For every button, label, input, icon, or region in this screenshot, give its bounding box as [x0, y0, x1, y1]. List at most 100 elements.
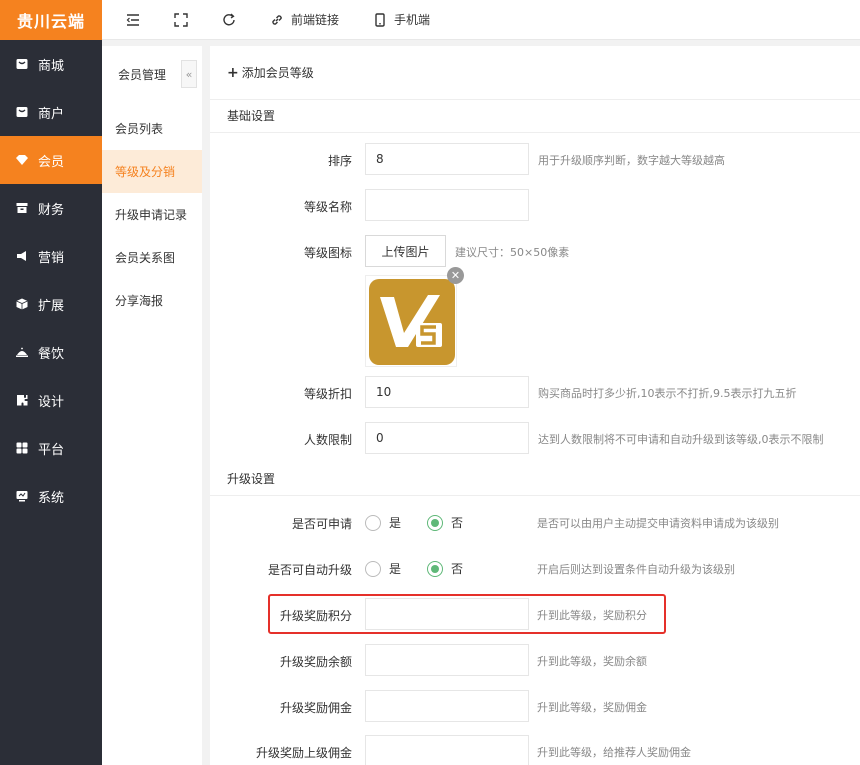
add-level-label: 添加会员等级: [241, 66, 314, 80]
apply-yes-radio[interactable]: [365, 514, 381, 531]
reward-balance-label: 升级奖励余额: [279, 655, 352, 669]
sort-input[interactable]: [365, 143, 529, 175]
reward-points-label: 升级奖励积分: [279, 609, 352, 623]
add-level-button[interactable]: + 添加会员等级: [210, 46, 860, 100]
mobile-label: 手机端: [394, 13, 431, 27]
subnav-header: 会员管理 «: [102, 46, 202, 102]
marketing-icon: [16, 250, 28, 262]
nav-item-merchant[interactable]: 商户: [0, 88, 102, 136]
reward-commission-label: 升级奖励佣金: [279, 701, 352, 715]
apply-yes-label: 是: [389, 516, 402, 530]
nav-item-label: 系统: [38, 490, 65, 506]
reward-points-hint: 升到此等级，奖励积分: [537, 609, 647, 622]
nav-item-design[interactable]: 设计: [0, 376, 102, 424]
member-icon: [16, 154, 28, 166]
level-icon-label: 等级图标: [303, 246, 352, 260]
nav-item-dining[interactable]: 餐饮: [0, 328, 102, 376]
nav-item-marketing[interactable]: 营销: [0, 232, 102, 280]
nav-item-label: 会员: [38, 154, 65, 170]
reward-commission-input[interactable]: [365, 690, 529, 722]
merchant-icon: [16, 106, 28, 118]
auto-upgrade-label: 是否可自动升级: [267, 563, 352, 577]
nav-item-platform[interactable]: 平台: [0, 424, 102, 472]
nav-item-label: 扩展: [38, 298, 65, 314]
level-icon-preview: [365, 275, 457, 367]
nav-item-label: 营销: [38, 250, 65, 266]
extension-icon: [16, 298, 28, 310]
main-sidebar: 贵川云端 商城 商户 会员 财务 营销 扩展 餐饮 设计 平台 系统: [0, 0, 102, 765]
discount-input[interactable]: [365, 376, 529, 408]
basic-section-title: 基础设置: [227, 109, 276, 123]
limit-label: 人数限制: [303, 433, 352, 447]
upgrade-section-title: 升级设置: [227, 472, 276, 486]
design-icon: [16, 394, 28, 406]
discount-hint: 购买商品时打多少折,10表示不打折,9.5表示打九五折: [538, 387, 797, 400]
apply-no-label: 否: [451, 516, 464, 530]
nav-item-finance[interactable]: 财务: [0, 184, 102, 232]
fullscreen-button[interactable]: [174, 12, 188, 27]
platform-icon: [16, 442, 28, 454]
nav-item-label: 设计: [38, 394, 65, 410]
auto-yes-radio[interactable]: [365, 560, 381, 577]
reward-commission-hint: 升到此等级，奖励佣金: [537, 701, 647, 714]
limit-input[interactable]: [365, 422, 529, 454]
subnav-item-level-distribution[interactable]: 等级及分销: [102, 150, 202, 193]
sub-sidebar: 会员管理 « 会员列表 等级及分销 升级申请记录 会员关系图 分享海报: [102, 46, 202, 765]
subnav-item-share-poster[interactable]: 分享海报: [102, 279, 202, 322]
apply-label: 是否可申请: [291, 517, 352, 531]
auto-upgrade-radio-group: 是 否: [365, 560, 489, 577]
reward-parent-commission-hint: 升到此等级，给推荐人奖励佣金: [537, 746, 691, 759]
subnav-title: 会员管理: [118, 67, 167, 82]
nav-item-extension[interactable]: 扩展: [0, 280, 102, 328]
nav-item-label: 平台: [38, 442, 65, 458]
subnav-item-relation-graph[interactable]: 会员关系图: [102, 236, 202, 279]
menu-indent-icon: [126, 13, 140, 27]
mobile-icon: [373, 12, 387, 27]
reward-balance-input[interactable]: [365, 644, 529, 676]
finance-icon: [16, 202, 28, 214]
reward-points-input[interactable]: [365, 598, 529, 630]
frontend-link-button[interactable]: 前端链接: [270, 11, 339, 28]
nav-item-member[interactable]: 会员: [0, 136, 102, 184]
link-icon: [270, 13, 284, 27]
top-toolbar: 前端链接 手机端: [102, 0, 860, 40]
plus-icon: +: [227, 64, 239, 81]
sort-hint: 用于升级顺序判断，数字越大等级越高: [538, 154, 725, 167]
subnav-item-upgrade-records[interactable]: 升级申请记录: [102, 193, 202, 236]
nav-item-label: 餐饮: [38, 346, 65, 362]
reward-parent-commission-label: 升级奖励上级佣金: [255, 746, 352, 760]
nav-item-system[interactable]: 系统: [0, 472, 102, 520]
nav-item-label: 商户: [38, 106, 65, 122]
fullscreen-icon: [174, 12, 188, 27]
menu-toggle-button[interactable]: [126, 13, 140, 27]
refresh-icon: [222, 13, 236, 27]
dining-icon: [16, 346, 28, 358]
level-name-label: 等级名称: [303, 200, 352, 214]
subnav-item-member-list[interactable]: 会员列表: [102, 107, 202, 150]
auto-yes-label: 是: [389, 562, 402, 576]
auto-no-label: 否: [451, 562, 464, 576]
collapse-button[interactable]: «: [181, 60, 197, 88]
nav-item-shop[interactable]: 商城: [0, 40, 102, 88]
reward-balance-hint: 升到此等级，奖励余额: [537, 655, 647, 668]
sort-label: 排序: [327, 154, 352, 168]
limit-hint: 达到人数限制将不可申请和自动升级到该等级,0表示不限制: [538, 433, 824, 446]
upload-image-button[interactable]: 上传图片: [365, 235, 446, 267]
divider: [210, 132, 860, 133]
frontend-link-label: 前端链接: [291, 13, 340, 27]
mobile-button[interactable]: 手机端: [373, 11, 430, 28]
system-icon: [16, 490, 28, 502]
reward-parent-commission-input[interactable]: [365, 735, 529, 765]
divider: [210, 495, 860, 496]
main-panel: + 添加会员等级 基础设置 排序 用于升级顺序判断，数字越大等级越高 等级名称 …: [210, 46, 860, 765]
remove-image-button[interactable]: ✕: [447, 267, 464, 284]
auto-no-radio[interactable]: [427, 560, 444, 577]
level-name-input[interactable]: [365, 189, 529, 221]
auto-upgrade-hint: 开启后则达到设置条件自动升级为该级别: [537, 563, 735, 576]
nav-item-label: 商城: [38, 58, 65, 74]
refresh-button[interactable]: [222, 13, 236, 27]
apply-no-radio[interactable]: [427, 514, 444, 531]
discount-label: 等级折扣: [303, 387, 352, 401]
apply-radio-group: 是 否: [365, 514, 489, 531]
upload-hint: 建议尺寸：50×50像素: [455, 246, 570, 259]
